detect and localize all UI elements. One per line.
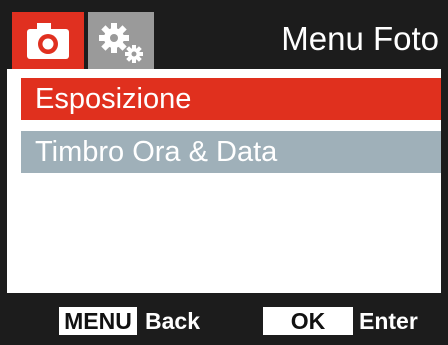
page-title: Menu Foto: [281, 20, 439, 57]
gears-icon: [99, 23, 143, 63]
ok-key[interactable]: OK: [263, 307, 353, 335]
footer-hints: MENU Back OK Enter: [7, 293, 441, 345]
menu-list: Esposizione Timbro Ora & Data: [7, 69, 441, 293]
tab-settings[interactable]: [88, 12, 154, 70]
camera-icon: [27, 23, 69, 59]
tab-photo[interactable]: [12, 12, 84, 70]
header: Menu Foto: [7, 7, 441, 70]
menu-item-exposure[interactable]: Esposizione: [21, 78, 441, 120]
dashcam-screen: Menu Foto Esposizione Timbro Ora & Data …: [0, 0, 448, 345]
enter-label: Enter: [359, 308, 418, 334]
menu-key[interactable]: MENU: [59, 307, 137, 335]
menu-item-date-time-stamp[interactable]: Timbro Ora & Data: [21, 131, 441, 173]
back-label: Back: [145, 308, 200, 334]
